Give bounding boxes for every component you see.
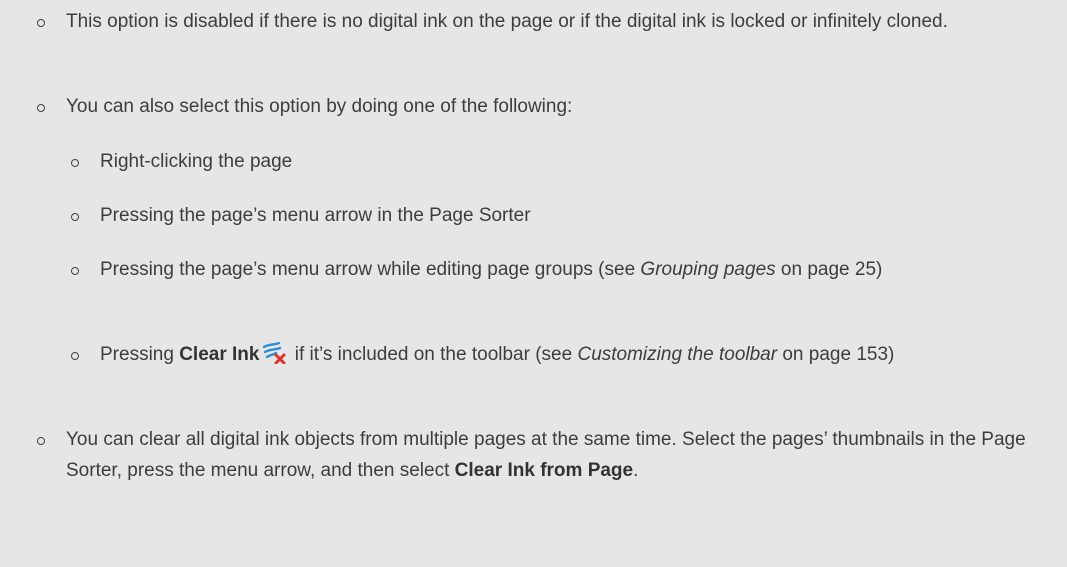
bullet-text: You can clear all digital ink objects fr… xyxy=(66,424,1041,486)
bullet-marker xyxy=(37,19,45,27)
sub-item-text: Pressing Clear Ink if it’s included on t… xyxy=(100,339,1035,374)
bullet-marker xyxy=(71,159,79,167)
text-run: on page 153) xyxy=(777,344,895,365)
sub-item-text: Pressing the page’s menu arrow while edi… xyxy=(100,254,1035,285)
cross-reference-link: Grouping pages xyxy=(640,259,776,280)
sub-item-text: Pressing the page’s menu arrow in the Pa… xyxy=(100,205,531,226)
ui-term-clear-ink: Clear Ink xyxy=(179,344,260,365)
ui-term-clear-ink-from-page: Clear Ink from Page xyxy=(454,460,634,481)
text-run: Pressing the page’s menu arrow while edi… xyxy=(100,259,641,280)
bullet-marker xyxy=(71,267,79,275)
bullet-marker xyxy=(71,213,79,221)
cross-reference-link: Customizing the toolbar xyxy=(577,344,778,365)
document-page: This option is disabled if there is no d… xyxy=(0,0,1067,567)
bullet-text: This option is disabled if there is no d… xyxy=(66,11,948,32)
bullet-marker xyxy=(37,437,45,445)
bullet-marker xyxy=(37,104,45,112)
clear-ink-icon xyxy=(262,341,286,374)
sub-item-text: Right-clicking the page xyxy=(100,151,293,172)
text-run: Pressing xyxy=(100,344,180,365)
text-run: on page 25) xyxy=(775,259,883,280)
text-run: . xyxy=(633,460,639,481)
text-run: if it’s included on the toolbar (see xyxy=(289,344,578,365)
bullet-marker xyxy=(71,352,79,360)
bullet-text: You can also select this option by doing… xyxy=(66,96,573,117)
